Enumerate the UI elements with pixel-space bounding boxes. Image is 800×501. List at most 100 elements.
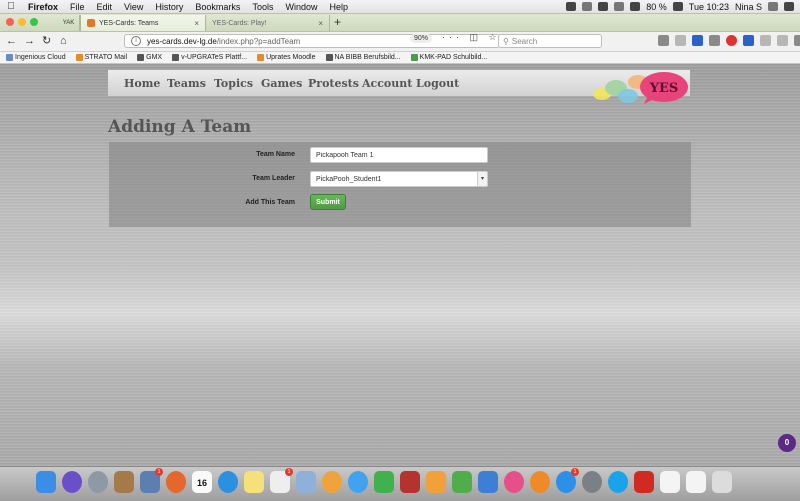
keynote-icon[interactable]: [478, 471, 498, 493]
notes-icon[interactable]: [244, 471, 264, 493]
team-leader-select[interactable]: PickaPooh_Student1 ▾: [310, 171, 488, 187]
team-name-input[interactable]: [310, 147, 488, 163]
adblock-icon[interactable]: [726, 35, 737, 46]
search-spotlight-icon[interactable]: [768, 2, 778, 11]
tab-pinned[interactable]: YAK: [58, 15, 80, 31]
bookmark-strato-mail[interactable]: STRATO Mail: [75, 54, 127, 61]
menu-edit[interactable]: Edit: [91, 2, 119, 12]
firefox-icon[interactable]: [166, 471, 186, 493]
tab-yes-cards-play[interactable]: YES-Cards: Play! ×: [206, 15, 330, 31]
submit-button[interactable]: Submit: [310, 194, 346, 210]
messages-icon[interactable]: [348, 471, 368, 493]
forward-icon[interactable]: →: [24, 35, 35, 48]
zoom-level[interactable]: 90%: [410, 34, 433, 43]
wifi-icon[interactable]: [614, 2, 625, 11]
acrobat-icon[interactable]: [634, 471, 654, 493]
reload-icon[interactable]: ↻: [42, 35, 51, 48]
bookmark-kmk-pad[interactable]: KMK-PAD Schulbild...: [410, 54, 487, 61]
extension-icon[interactable]: [743, 35, 754, 46]
menu-app-name[interactable]: Firefox: [22, 2, 64, 12]
screenshot-icon[interactable]: [760, 35, 771, 46]
notification-badge[interactable]: 0: [778, 434, 796, 452]
nav-home[interactable]: Home: [124, 77, 160, 90]
menu-window[interactable]: Window: [279, 2, 323, 12]
system-preferences-icon[interactable]: [582, 471, 602, 493]
bookmark-gmx[interactable]: GMX: [137, 54, 162, 61]
menu-view[interactable]: View: [118, 2, 149, 12]
ibooks-icon[interactable]: [530, 471, 550, 493]
reader-icon[interactable]: [709, 35, 720, 46]
menu-help[interactable]: Help: [323, 2, 354, 12]
calendar-icon[interactable]: 16: [192, 471, 212, 493]
search-box[interactable]: ⚲ Search: [498, 34, 602, 48]
siri-icon[interactable]: [62, 471, 82, 493]
close-window-button[interactable]: [6, 18, 14, 26]
menubar-user[interactable]: Nina S: [735, 2, 762, 12]
site-info-icon[interactable]: i: [131, 36, 141, 46]
menu-tools[interactable]: Tools: [246, 2, 279, 12]
photo-booth-icon[interactable]: [400, 471, 420, 493]
dropbox-icon[interactable]: [566, 2, 577, 11]
close-tab-icon[interactable]: ×: [318, 19, 323, 28]
extension-icon[interactable]: [692, 35, 703, 46]
menu-bookmarks[interactable]: Bookmarks: [189, 2, 246, 12]
pinned-tab-label: YAK: [62, 20, 75, 26]
extension-icon[interactable]: [777, 35, 788, 46]
menu-history[interactable]: History: [149, 2, 189, 12]
nav-teams[interactable]: Teams: [167, 77, 206, 90]
pages-icon[interactable]: [426, 471, 446, 493]
nav-protests[interactable]: Protests: [308, 77, 359, 90]
url-host: yes-cards.dev-lg.de: [147, 36, 217, 46]
minimize-window-button[interactable]: [18, 18, 26, 26]
bookmark-uprates-moodle[interactable]: Uprates Moodle: [257, 54, 316, 61]
menubar-clock[interactable]: Tue 10:23: [689, 2, 729, 12]
volume-icon[interactable]: [630, 2, 641, 11]
sidebar-icon[interactable]: [675, 35, 686, 46]
battery-percent: 80 %: [646, 1, 667, 12]
bookmark-ingenious-cloud[interactable]: Ingenious Cloud: [6, 54, 66, 61]
battery-icon[interactable]: [672, 2, 683, 11]
launchpad-icon[interactable]: [88, 471, 108, 493]
menu-file[interactable]: File: [64, 2, 91, 12]
safari-icon[interactable]: [218, 471, 238, 493]
pocket-icon[interactable]: ◫: [470, 32, 483, 42]
home-icon[interactable]: ⌂: [60, 35, 67, 48]
dock-badge: 1: [571, 468, 579, 476]
tab-yes-cards-teams[interactable]: YES-Cards: Teams ×: [80, 15, 206, 31]
bookmark-label: Uprates Moodle: [266, 54, 316, 61]
preview-photos-icon[interactable]: [296, 471, 316, 493]
back-icon[interactable]: ←: [6, 35, 17, 48]
apple-icon[interactable]: : [0, 1, 22, 12]
more-actions-icon[interactable]: ···: [442, 32, 463, 42]
library-icon[interactable]: [658, 35, 669, 46]
yes-logo[interactable]: YES: [592, 68, 690, 106]
time-machine-icon[interactable]: [582, 2, 593, 11]
nav-account[interactable]: Account: [362, 77, 412, 90]
nav-topics[interactable]: Topics: [214, 77, 253, 90]
document-icon[interactable]: [686, 471, 706, 493]
bookmark-na-bibb[interactable]: NA BIBB Berufsbild...: [325, 54, 401, 61]
app-store-icon[interactable]: 1: [556, 468, 579, 493]
notification-center-icon[interactable]: [784, 2, 794, 11]
bookmark-v-upgrates[interactable]: v-UPGRATeS Plattf...: [172, 54, 247, 61]
photos-icon[interactable]: [322, 471, 342, 493]
menu-hamburger-icon[interactable]: [794, 35, 800, 46]
new-tab-button[interactable]: +: [334, 15, 341, 29]
trash-icon[interactable]: [712, 471, 732, 493]
document-icon[interactable]: [660, 471, 680, 493]
chevron-down-icon[interactable]: ▾: [477, 172, 487, 186]
url-text[interactable]: yes-cards.dev-lg.de/index.php?p=addTeam: [147, 37, 300, 46]
contacts-icon[interactable]: [114, 471, 134, 493]
zoom-window-button[interactable]: [30, 18, 38, 26]
nav-logout[interactable]: Logout: [416, 77, 459, 90]
bluetooth-icon[interactable]: [598, 2, 609, 11]
finder-icon[interactable]: [36, 471, 56, 493]
skype-icon[interactable]: [608, 471, 628, 493]
numbers-icon[interactable]: [452, 471, 472, 493]
close-tab-icon[interactable]: ×: [194, 19, 199, 28]
facetime-icon[interactable]: [374, 471, 394, 493]
preview-icon[interactable]: 1: [140, 468, 163, 493]
itunes-icon[interactable]: [504, 471, 524, 493]
nav-games[interactable]: Games: [261, 77, 302, 90]
reminders-icon[interactable]: 1: [270, 468, 293, 493]
